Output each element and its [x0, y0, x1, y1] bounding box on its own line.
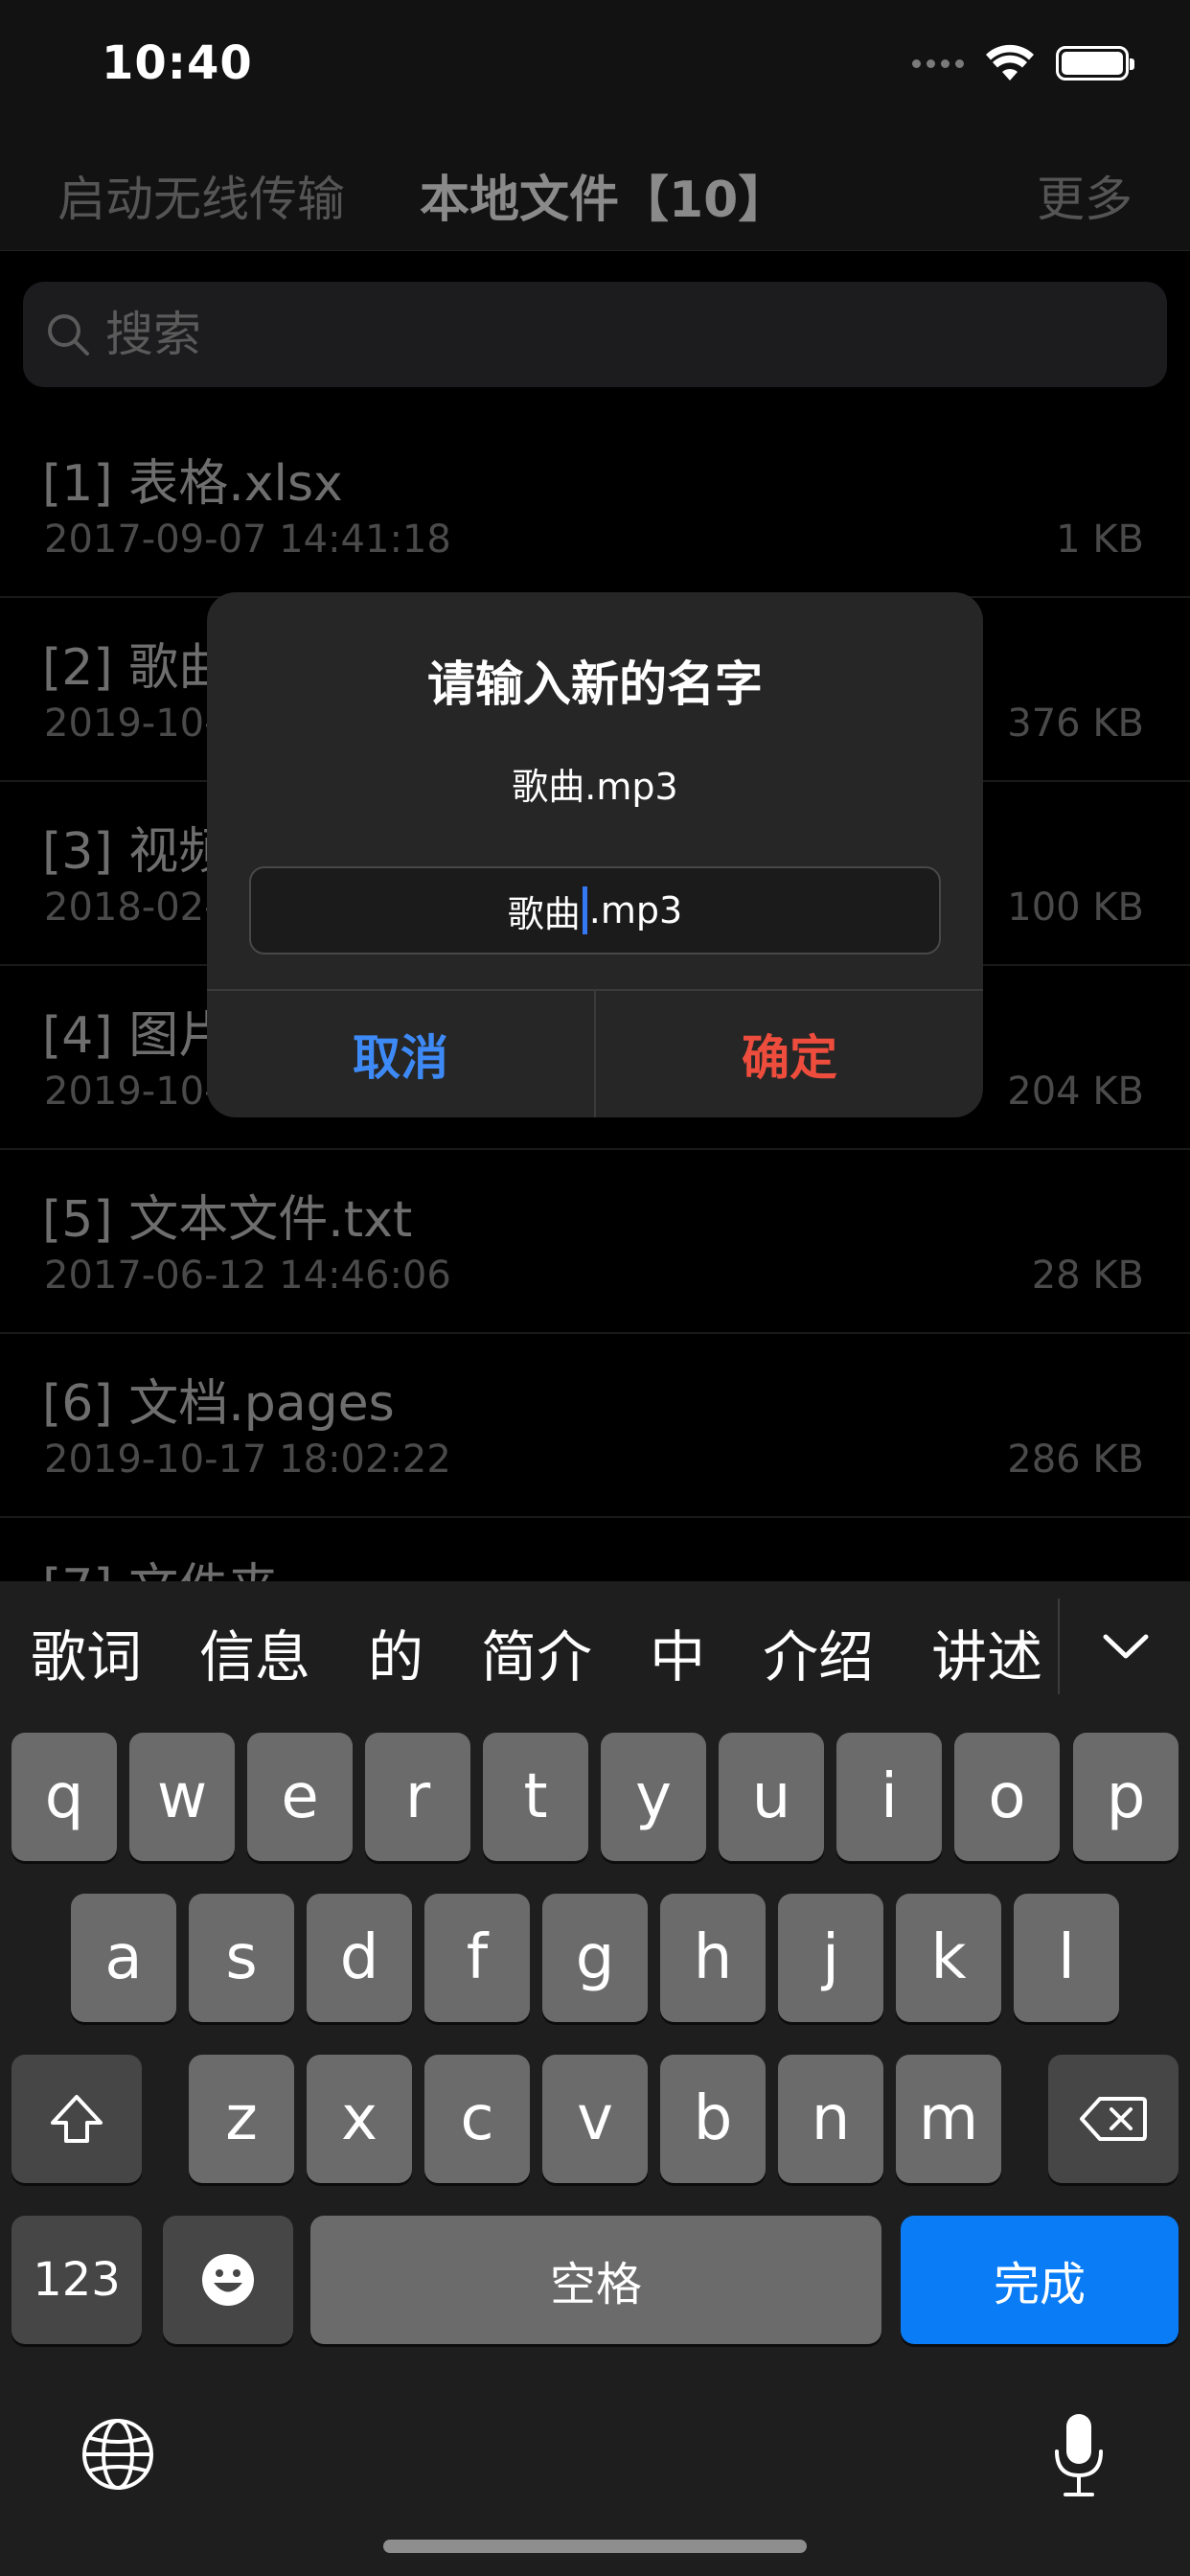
battery-icon: [1056, 46, 1134, 80]
key-n[interactable]: n: [778, 2055, 883, 2183]
file-row-1[interactable]: [1] 表格.xlsx 2017-09-07 14:41:18 1 KB: [0, 414, 1190, 598]
key-i[interactable]: i: [836, 1733, 942, 1861]
keyboard: 歌词 信息 的 简介 中 介绍 讲述 q w e r t y u i o p a…: [0, 1581, 1190, 2576]
suggestion-item[interactable]: 介绍: [732, 1612, 901, 1692]
file-date: 2019-10-17 18:02:22: [44, 1438, 451, 1482]
search-icon: [48, 314, 89, 356]
file-name: [6] 文档.pages: [42, 1375, 395, 1433]
key-y[interactable]: y: [601, 1733, 706, 1861]
key-t[interactable]: t: [483, 1733, 588, 1861]
key-z[interactable]: z: [189, 2055, 294, 2183]
suggestion-strip: 歌词 信息 的 简介 中 介绍 讲述: [0, 1581, 1058, 1723]
file-size: 28 KB: [1031, 1254, 1144, 1298]
page-title: 本地文件【10】: [420, 172, 789, 229]
suggestion-item[interactable]: 歌词: [0, 1612, 169, 1692]
file-name: [5] 文本文件.txt: [42, 1191, 413, 1249]
suggestion-item[interactable]: 简介: [450, 1612, 619, 1692]
file-name: [4] 图片: [42, 1007, 229, 1065]
status-icons: [912, 44, 1134, 82]
suggestion-item[interactable]: 讲述: [901, 1612, 1058, 1692]
numbers-key[interactable]: 123: [11, 2216, 142, 2344]
key-d[interactable]: d: [307, 1894, 412, 2022]
file-name: [2] 歌曲: [42, 639, 229, 697]
dialog-title: 请输入新的名字: [427, 656, 763, 712]
more-button[interactable]: 更多: [1037, 161, 1133, 230]
text-caret: [582, 886, 587, 934]
input-text-after-caret: .mp3: [588, 889, 683, 932]
suggestion-item[interactable]: 中: [619, 1612, 732, 1692]
file-size: 1 KB: [1056, 518, 1144, 562]
suggestion-bar: 歌词 信息 的 简介 中 介绍 讲述: [0, 1581, 1190, 1723]
dialog-message: 歌曲.mp3: [512, 766, 678, 808]
file-size: 204 KB: [1007, 1070, 1144, 1114]
delete-key[interactable]: [1048, 2055, 1179, 2183]
delete-icon: [1080, 2097, 1147, 2141]
key-o[interactable]: o: [954, 1733, 1060, 1861]
key-l[interactable]: l: [1014, 1894, 1119, 2022]
key-b[interactable]: b: [660, 2055, 766, 2183]
microphone-icon[interactable]: [1050, 2411, 1108, 2499]
file-row-5[interactable]: [5] 文本文件.txt 2017-06-12 14:46:06 28 KB: [0, 1150, 1190, 1334]
file-date: 2019-10-: [44, 1070, 218, 1114]
file-size: 376 KB: [1007, 702, 1144, 746]
key-h[interactable]: h: [660, 1894, 766, 2022]
key-r[interactable]: r: [365, 1733, 470, 1861]
key-x[interactable]: x: [307, 2055, 412, 2183]
suggestion-item[interactable]: 的: [337, 1612, 450, 1692]
space-key[interactable]: 空格: [310, 2216, 881, 2344]
file-date: 2017-06-12 14:46:06: [44, 1254, 451, 1298]
key-p[interactable]: p: [1073, 1733, 1179, 1861]
input-text-before-caret: 歌曲: [507, 892, 581, 935]
cellular-signal-icon: [912, 58, 964, 68]
key-w[interactable]: w: [129, 1733, 235, 1861]
globe-icon[interactable]: [80, 2417, 155, 2492]
key-q[interactable]: q: [11, 1733, 117, 1861]
file-name: [3] 视频: [42, 823, 229, 881]
home-indicator[interactable]: [383, 2540, 807, 2553]
status-bar: 10:40: [0, 0, 1190, 134]
file-date: 2018-02-: [44, 886, 218, 930]
start-wireless-transfer-button[interactable]: 启动无线传输: [57, 161, 345, 230]
status-time: 10:40: [102, 36, 253, 90]
emoji-key[interactable]: [163, 2216, 293, 2344]
app-root: 10:40 启动无线传输 本地文件【10】 更多 搜索 [1] 表格.xlsx …: [0, 0, 1190, 2576]
cancel-button[interactable]: 取消: [207, 991, 594, 1117]
new-name-input[interactable]: 歌曲 .mp3: [249, 866, 941, 954]
search-area: [0, 251, 1190, 414]
shift-key[interactable]: [11, 2055, 142, 2183]
file-size: 100 KB: [1007, 886, 1144, 930]
key-k[interactable]: k: [896, 1894, 1001, 2022]
key-v[interactable]: v: [542, 2055, 648, 2183]
key-g[interactable]: g: [542, 1894, 648, 2022]
key-s[interactable]: s: [189, 1894, 294, 2022]
key-j[interactable]: j: [778, 1894, 883, 2022]
file-date: 2017-09-07 14:41:18: [44, 518, 451, 562]
confirm-button[interactable]: 确定: [596, 991, 983, 1117]
key-c[interactable]: c: [424, 2055, 530, 2183]
chevron-down-icon[interactable]: [1092, 1618, 1159, 1675]
search-input[interactable]: [105, 307, 1064, 362]
navigation-bar: 启动无线传输 本地文件【10】 更多: [0, 134, 1190, 251]
file-size: 286 KB: [1007, 1438, 1144, 1482]
search-bar[interactable]: [23, 282, 1167, 387]
file-row-6[interactable]: [6] 文档.pages 2019-10-17 18:02:22 286 KB: [0, 1334, 1190, 1518]
done-key[interactable]: 完成: [901, 2216, 1179, 2344]
key-a[interactable]: a: [71, 1894, 176, 2022]
suggestion-divider: [1058, 1598, 1060, 1694]
suggestion-item[interactable]: 信息: [169, 1612, 337, 1692]
file-date: 2019-10-: [44, 702, 218, 746]
key-m[interactable]: m: [896, 2055, 1001, 2183]
key-f[interactable]: f: [424, 1894, 530, 2022]
key-u[interactable]: u: [719, 1733, 824, 1861]
wifi-icon: [986, 44, 1034, 80]
shift-icon: [51, 2095, 103, 2143]
rename-dialog: 请输入新的名字 歌曲.mp3 歌曲 .mp3 取消 确定: [207, 592, 983, 1117]
key-e[interactable]: e: [247, 1733, 353, 1861]
emoji-icon: [202, 2254, 254, 2306]
file-name: [1] 表格.xlsx: [42, 455, 343, 513]
